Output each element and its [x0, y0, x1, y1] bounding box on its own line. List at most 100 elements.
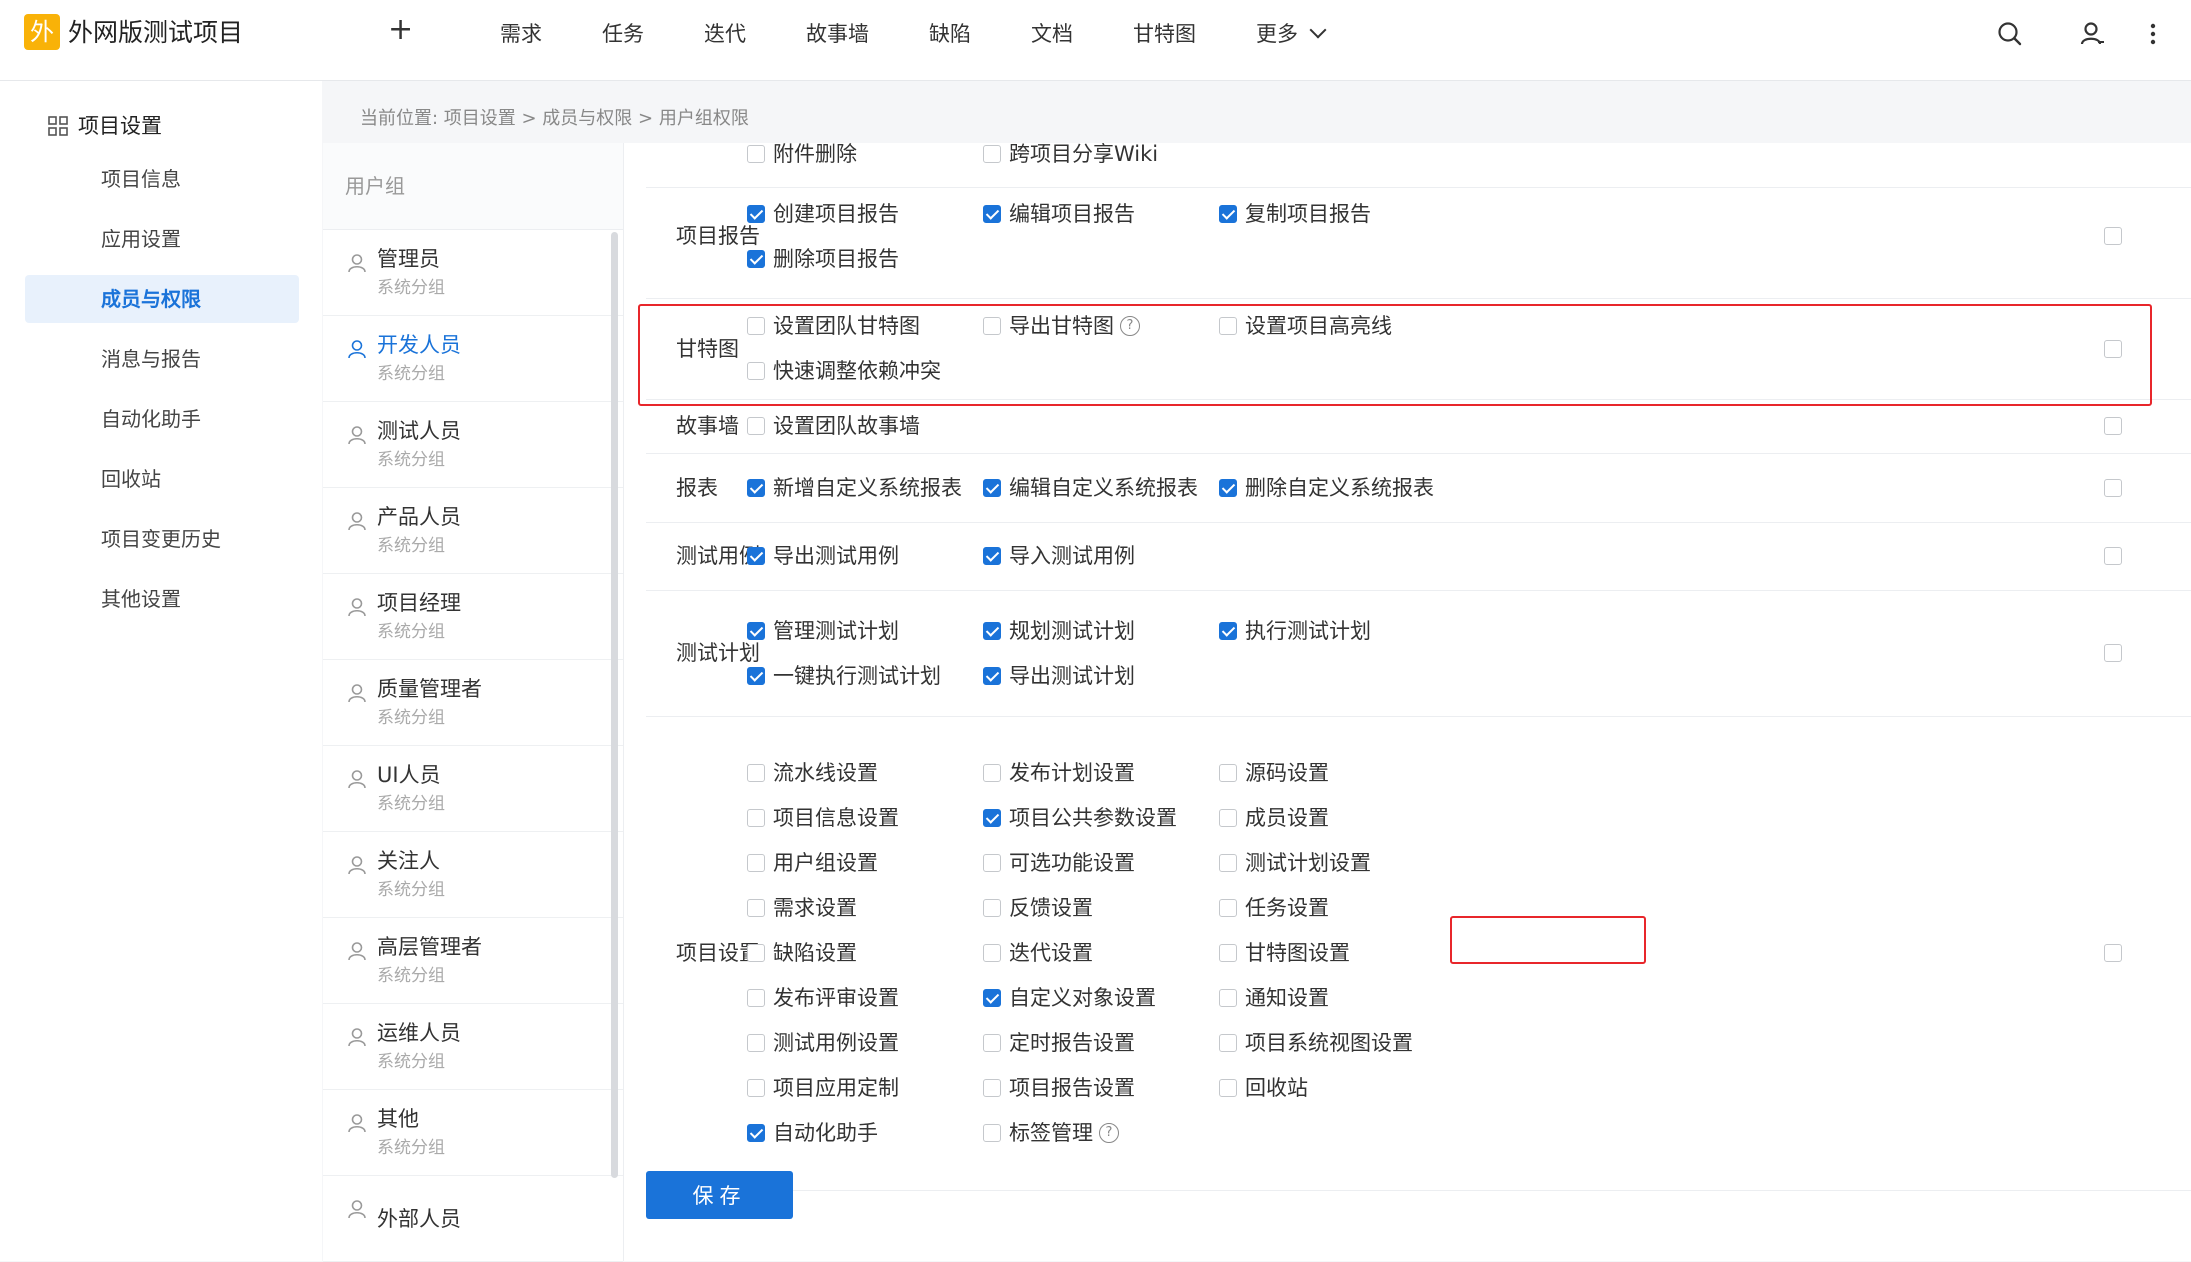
checkbox-checked[interactable]	[747, 666, 765, 685]
permission-checkbox[interactable]: 标签管理?	[983, 1118, 1119, 1148]
search-icon[interactable]	[1994, 18, 2026, 50]
checkbox-checked[interactable]	[983, 204, 1001, 223]
permission-checkbox[interactable]: 规划测试计划	[983, 616, 1135, 646]
sidebar-item[interactable]: 项目信息	[25, 155, 299, 203]
permission-checkbox[interactable]: 设置团队故事墙	[747, 411, 920, 441]
checkbox-checked[interactable]	[983, 809, 1001, 827]
checkbox-unchecked[interactable]	[983, 944, 1001, 962]
permission-checkbox[interactable]: 反馈设置	[983, 893, 1093, 923]
permission-checkbox[interactable]: 源码设置	[1219, 758, 1329, 788]
permission-checkbox[interactable]: 创建项目报告	[747, 199, 899, 229]
sidebar-item[interactable]: 应用设置	[25, 215, 299, 263]
select-all-checkbox[interactable]	[2104, 417, 2122, 435]
nav-item-tasks[interactable]: 任务	[572, 0, 674, 70]
save-button[interactable]: 保存	[646, 1171, 793, 1219]
permission-checkbox[interactable]: 任务设置	[1219, 893, 1329, 923]
checkbox-unchecked[interactable]	[747, 854, 765, 872]
checkbox-checked[interactable]	[747, 478, 765, 497]
group-scrollbar[interactable]	[611, 232, 618, 1178]
checkbox-unchecked[interactable]	[983, 145, 1001, 163]
checkbox-unchecked[interactable]	[1219, 809, 1237, 827]
user-group-item[interactable]: 质量管理者 系统分组	[323, 660, 623, 746]
select-all-checkbox[interactable]	[2104, 339, 2122, 358]
checkbox-unchecked[interactable]	[747, 944, 765, 962]
nav-item-iterations[interactable]: 迭代	[674, 0, 776, 70]
sidebar-item[interactable]: 其他设置	[25, 575, 299, 623]
permission-checkbox[interactable]: 删除自定义系统报表	[1219, 473, 1434, 503]
permission-checkbox[interactable]: 自定义对象设置	[983, 983, 1156, 1013]
permission-checkbox[interactable]: 新增自定义系统报表	[747, 473, 962, 503]
permission-checkbox[interactable]: 流水线设置	[747, 758, 878, 788]
select-all-checkbox[interactable]	[2104, 944, 2122, 962]
checkbox-unchecked[interactable]	[747, 989, 765, 1007]
permission-checkbox[interactable]: 删除项目报告	[747, 244, 899, 274]
checkbox-unchecked[interactable]	[1219, 944, 1237, 962]
permission-checkbox[interactable]: 设置团队甘特图	[747, 311, 920, 341]
checkbox-unchecked[interactable]	[983, 317, 1001, 335]
user-group-item[interactable]: 高层管理者 系统分组	[323, 918, 623, 1004]
checkbox-unchecked[interactable]	[747, 1079, 765, 1097]
sidebar-item[interactable]: 成员与权限	[25, 275, 299, 323]
user-group-item[interactable]: 外部人员	[323, 1176, 623, 1262]
nav-item-docs[interactable]: 文档	[1001, 0, 1103, 70]
permission-checkbox[interactable]: 定时报告设置	[983, 1028, 1135, 1058]
permission-checkbox[interactable]: 导入测试用例	[983, 541, 1135, 571]
permission-checkbox[interactable]: 编辑自定义系统报表	[983, 473, 1198, 503]
permission-checkbox[interactable]: 导出测试计划	[983, 661, 1135, 691]
permission-checkbox[interactable]: 发布计划设置	[983, 758, 1135, 788]
permission-checkbox[interactable]: 一键执行测试计划	[747, 661, 941, 691]
permission-checkbox[interactable]: 设置项目高亮线	[1219, 311, 1392, 341]
checkbox-checked[interactable]	[983, 989, 1001, 1007]
checkbox-checked[interactable]	[983, 621, 1001, 640]
nav-item-story-wall[interactable]: 故事墙	[776, 0, 899, 70]
checkbox-unchecked[interactable]	[983, 764, 1001, 782]
checkbox-unchecked[interactable]	[747, 362, 765, 380]
checkbox-unchecked[interactable]	[747, 417, 765, 435]
permission-checkbox[interactable]: 管理测试计划	[747, 616, 899, 646]
user-group-item[interactable]: 运维人员 系统分组	[323, 1004, 623, 1090]
user-group-item[interactable]: 关注人 系统分组	[323, 832, 623, 918]
checkbox-unchecked[interactable]	[1219, 317, 1237, 335]
permission-checkbox[interactable]: 编辑项目报告	[983, 199, 1135, 229]
nav-item-more[interactable]: 更多	[1226, 0, 1354, 70]
permission-checkbox[interactable]: 回收站	[1219, 1073, 1308, 1103]
checkbox-checked[interactable]	[1219, 478, 1237, 497]
checkbox-checked[interactable]	[983, 478, 1001, 497]
checkbox-unchecked[interactable]	[1219, 854, 1237, 872]
checkbox-unchecked[interactable]	[1219, 1034, 1237, 1052]
permission-checkbox[interactable]: 缺陷设置	[747, 938, 857, 968]
permission-checkbox[interactable]: 导出测试用例	[747, 541, 899, 571]
select-all-checkbox[interactable]	[2104, 227, 2122, 245]
permission-checkbox[interactable]: 跨项目分享Wiki	[983, 139, 1158, 169]
permission-checkbox[interactable]: 导出甘特图?	[983, 311, 1140, 341]
permission-checkbox[interactable]: 测试计划设置	[1219, 848, 1371, 878]
checkbox-unchecked[interactable]	[747, 899, 765, 917]
user-group-item[interactable]: 项目经理 系统分组	[323, 574, 623, 660]
project-title[interactable]: 外网版测试项目	[68, 16, 243, 50]
select-all-checkbox[interactable]	[2104, 644, 2122, 662]
permission-checkbox[interactable]: 项目应用定制	[747, 1073, 899, 1103]
sidebar-item[interactable]: 项目变更历史	[25, 515, 299, 563]
permission-checkbox[interactable]: 通知设置	[1219, 983, 1329, 1013]
permission-checkbox[interactable]: 执行测试计划	[1219, 616, 1371, 646]
permission-checkbox[interactable]: 迭代设置	[983, 938, 1093, 968]
permission-checkbox[interactable]: 附件删除	[747, 139, 857, 169]
checkbox-unchecked[interactable]	[747, 317, 765, 335]
checkbox-unchecked[interactable]	[1219, 989, 1237, 1007]
checkbox-unchecked[interactable]	[983, 1124, 1001, 1142]
checkbox-checked[interactable]	[1219, 621, 1237, 640]
project-logo[interactable]: 外	[24, 14, 60, 50]
user-group-item[interactable]: 测试人员 系统分组	[323, 402, 623, 488]
permission-checkbox[interactable]: 快速调整依赖冲突	[747, 356, 941, 386]
permission-checkbox[interactable]: 可选功能设置	[983, 848, 1135, 878]
permission-checkbox[interactable]: 项目系统视图设置	[1219, 1028, 1413, 1058]
checkbox-unchecked[interactable]	[983, 899, 1001, 917]
permission-checkbox[interactable]: 发布评审设置	[747, 983, 899, 1013]
checkbox-checked[interactable]	[747, 621, 765, 640]
user-group-item[interactable]: 其他 系统分组	[323, 1090, 623, 1176]
checkbox-checked[interactable]	[747, 547, 765, 565]
checkbox-checked[interactable]	[983, 666, 1001, 685]
checkbox-unchecked[interactable]	[983, 1079, 1001, 1097]
checkbox-unchecked[interactable]	[1219, 1079, 1237, 1097]
select-all-checkbox[interactable]	[2104, 478, 2122, 497]
